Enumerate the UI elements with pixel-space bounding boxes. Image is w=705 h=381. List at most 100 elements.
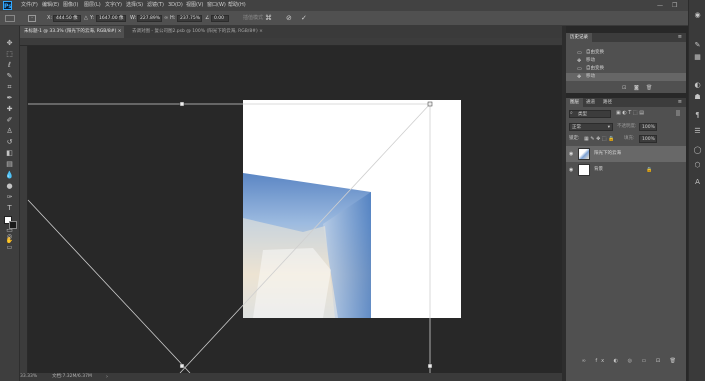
relative-icon[interactable]: △ [84, 11, 88, 26]
dodge-tool-icon[interactable]: ● [3, 181, 16, 191]
tab-layers[interactable]: 图层 [566, 98, 583, 107]
adjust-icon[interactable]: ◐ [692, 80, 703, 90]
tab-history[interactable]: 历史记录 [566, 33, 592, 42]
tool-preset-icon[interactable] [5, 15, 15, 22]
paragraph-icon[interactable]: ¶ [692, 110, 703, 120]
link-icon[interactable]: ∞ [164, 11, 168, 26]
eye-icon[interactable]: ◉ [569, 146, 573, 162]
glyph-icon[interactable]: A [692, 177, 703, 187]
panel-menu-icon[interactable]: ≡ [678, 33, 682, 42]
h-field[interactable]: 237.75% [177, 15, 202, 22]
character-icon[interactable]: ☰ [692, 126, 703, 136]
eye-icon[interactable]: ◉ [569, 162, 573, 178]
history-item-label: 自由变换 [586, 66, 604, 71]
menu-file[interactable]: 文件(F) [21, 0, 38, 11]
zoom-level[interactable]: 33.33% [20, 373, 37, 381]
photoshop-logo: Ps [3, 1, 12, 10]
filter-toggle[interactable] [676, 110, 680, 116]
move-tool-icon[interactable]: ✥ [3, 38, 16, 48]
layer-kind-label: 类型 [578, 112, 587, 117]
menu-window[interactable]: 窗口(W) [207, 0, 226, 11]
layer-row-cloud[interactable]: ◉ 阳光下的云海 [566, 146, 686, 162]
status-arrow-icon[interactable]: › [106, 373, 108, 381]
menu-type[interactable]: 文字(Y) [105, 0, 122, 11]
healing-tool-icon[interactable]: ✚ [3, 104, 16, 114]
menu-layer[interactable]: 图层(L) [84, 0, 101, 11]
stamp-tool-icon[interactable]: ♙ [3, 126, 16, 136]
x-field[interactable]: 444.50 像 [53, 15, 81, 22]
tab-paths[interactable]: 路径 [599, 98, 616, 107]
interpolation-label[interactable]: 插值模式 [243, 11, 263, 26]
history-item-label: 自由变换 [586, 50, 604, 55]
new-snapshot-icon[interactable]: ⊡ [622, 85, 626, 91]
history-item[interactable]: ✥ 移动 [566, 57, 686, 65]
swatch-icon[interactable]: ▦ [692, 52, 703, 62]
history-brush-tool-icon[interactable]: ↺ [3, 137, 16, 147]
background-color-swatch[interactable] [9, 221, 17, 229]
menu-3d[interactable]: 3D(D) [168, 0, 183, 11]
brush-tool-icon[interactable]: ✐ [3, 115, 16, 125]
angle-field[interactable]: 0.00 [211, 15, 229, 22]
blend-mode-value: 正常 [572, 125, 581, 130]
menu-help[interactable]: 帮助(H) [228, 0, 246, 11]
history-item-label: 移动 [586, 58, 595, 63]
gradient-tool-icon[interactable]: ▤ [3, 159, 16, 169]
opacity-field[interactable]: 100% [639, 123, 657, 131]
history-item-label: 移动 [586, 74, 595, 79]
angle-icon: ∠ [205, 15, 210, 21]
document-icon: ▭ [577, 66, 582, 72]
crop-tool-icon[interactable]: ⌗ [3, 82, 16, 92]
blend-mode-select[interactable]: 正常 ▾ [569, 123, 613, 131]
cancel-icon[interactable]: ⊘ [286, 11, 292, 26]
tab-cloud-psb[interactable]: 去调对图 - 复公司图2.psb @ 100% (阳光下的云海, RGB/8#)… [128, 26, 298, 38]
history-item-active[interactable]: ✥ 移动 [566, 73, 686, 81]
circle-icon[interactable]: ◯ [692, 145, 703, 155]
fill-field[interactable]: 100% [639, 135, 657, 143]
layer-name[interactable]: 背景 [594, 162, 603, 178]
eye-icon[interactable]: ◉ [692, 10, 703, 20]
history-item[interactable]: ▭ 自由变换 [566, 49, 686, 57]
menu-edit[interactable]: 编辑(E) [42, 0, 59, 11]
maximize-button[interactable]: ❐ [672, 0, 677, 11]
filter-icons[interactable]: ▣ ◐ T ⬚ ▤ [616, 110, 644, 116]
warp-icon[interactable]: ⌘ [265, 11, 272, 26]
screen-mode-icon[interactable]: ▭ [3, 243, 16, 253]
horizontal-ruler [20, 38, 562, 46]
menu-image[interactable]: 图像(I) [63, 0, 78, 11]
brush-panel-icon[interactable]: ✎ [692, 40, 703, 50]
type-tool-icon[interactable]: T [3, 203, 16, 213]
y-field[interactable]: 1647.00 像 [96, 15, 126, 22]
lasso-tool-icon[interactable]: ℓ [3, 60, 16, 70]
pen-tool-icon[interactable]: ✑ [3, 192, 16, 202]
quick-select-tool-icon[interactable]: ✎ [3, 71, 16, 81]
layers-panel: 图层 通道 路径 ≡ 类型 ⌕ ▣ ◐ T ⬚ ▤ 正常 ▾ 不透明度: 100… [566, 98, 686, 381]
layer-row-background[interactable]: ◉ 背景 🔒 [566, 162, 686, 178]
trash-icon[interactable]: 🗑 [646, 85, 652, 91]
history-item[interactable]: ▭ 自由变换 [566, 65, 686, 73]
menu-filter[interactable]: 滤镜(T) [147, 0, 164, 11]
panel-menu-icon[interactable]: ≡ [678, 98, 682, 107]
blur-tool-icon[interactable]: 💧 [3, 170, 16, 180]
document-info[interactable]: 文档:7.32M/6.37M [52, 373, 92, 381]
style-icon[interactable]: ☗ [692, 92, 703, 102]
reference-point-icon[interactable]: · [28, 15, 36, 22]
tab-channels[interactable]: 通道 [582, 98, 599, 107]
layer-name[interactable]: 阳光下的云海 [594, 146, 621, 162]
layer-kind-filter[interactable]: 类型 [569, 110, 611, 118]
layer-actions-bar[interactable]: ∞ fx ◐ ◎ ▭ ⊡ 🗑 [566, 356, 686, 366]
menu-view[interactable]: 视图(V) [186, 0, 203, 11]
history-panel-header: 历史记录 ≡ [566, 33, 686, 42]
layer-thumbnail [578, 148, 590, 160]
menu-select[interactable]: 选择(S) [126, 0, 143, 11]
w-field[interactable]: 227.89% [137, 15, 162, 22]
eyedropper-tool-icon[interactable]: ✒ [3, 93, 16, 103]
tab-untitled-1[interactable]: 未标题-1 @ 33.3% (阳光下的云海, RGB/8#) × [20, 26, 124, 38]
eraser-tool-icon[interactable]: ◧ [3, 148, 16, 158]
document-canvas[interactable] [243, 100, 461, 318]
marquee-tool-icon[interactable]: ⬚ [3, 49, 16, 59]
camera-icon[interactable]: ◙ [634, 85, 639, 91]
quick-mask-icon[interactable]: ◎ [3, 232, 16, 242]
minimize-button[interactable]: — [657, 0, 663, 11]
commit-icon[interactable]: ✓ [301, 11, 307, 26]
cube-icon[interactable]: ⬡ [692, 160, 703, 170]
